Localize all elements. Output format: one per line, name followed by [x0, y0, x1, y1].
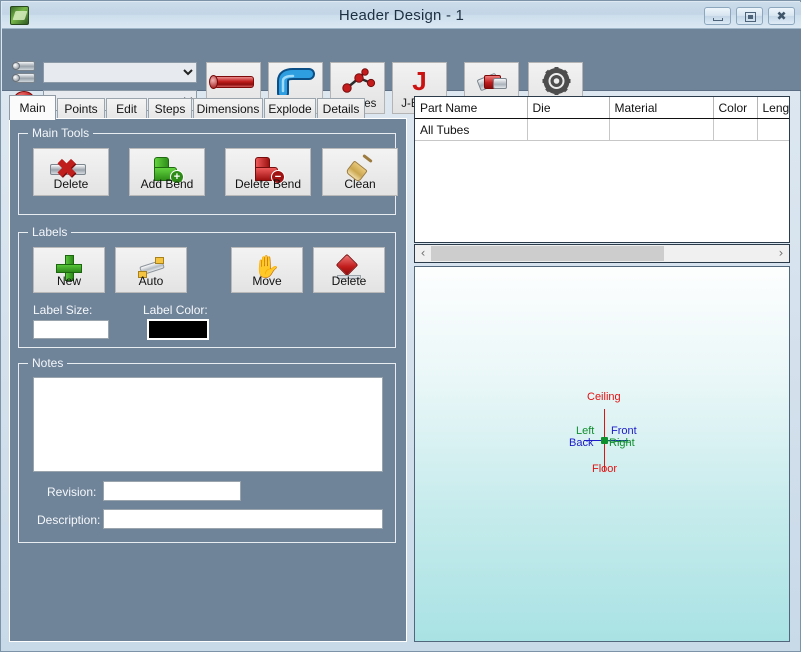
- button-clean[interactable]: Clean: [322, 148, 398, 196]
- tab-strip: Main Points Edit Steps Dimensions Explod…: [9, 95, 407, 120]
- axis-label-right: Right: [609, 437, 635, 449]
- maximize-button[interactable]: [736, 7, 763, 25]
- scroll-left-arrow-icon[interactable]: ‹: [415, 245, 431, 262]
- button-delete-label-label: Delete: [331, 274, 367, 288]
- gear-svg: [542, 67, 571, 95]
- table-row[interactable]: All Tubes: [415, 118, 789, 141]
- button-new-label[interactable]: New: [33, 247, 105, 293]
- column-header-part-name[interactable]: Part Name: [415, 97, 528, 119]
- tab-dimensions-label: Dimensions: [196, 102, 260, 116]
- button-delete-bend-label: Delete Bend: [234, 177, 302, 191]
- button-new-label-label: New: [56, 274, 81, 288]
- minimize-button[interactable]: [704, 7, 731, 25]
- notes-textarea[interactable]: [33, 377, 383, 472]
- button-add-bend[interactable]: + Add Bend: [129, 148, 205, 196]
- scrollbar-thumb[interactable]: [431, 246, 664, 261]
- axis-label-ceiling: Ceiling: [587, 391, 621, 403]
- revision-input[interactable]: [103, 481, 241, 501]
- scroll-right-arrow-icon[interactable]: ›: [773, 245, 789, 262]
- notes-group-title: Notes: [28, 356, 68, 370]
- revision-caption: Revision:: [47, 485, 97, 499]
- cell-color[interactable]: [713, 118, 758, 141]
- main-toolbar: Straight Bent: [2, 29, 801, 114]
- orientation-axis-indicator: Ceiling Floor Left Back Front Right: [569, 391, 650, 481]
- button-move-label-label: Move: [252, 274, 282, 288]
- axis-label-front: Front: [611, 425, 637, 437]
- tab-edit-label: Edit: [116, 102, 137, 116]
- main-tools-group-title: Main Tools: [28, 126, 94, 140]
- application-window: Header Design - 1 ✖ J Main Points Edit S…: [0, 0, 801, 652]
- label-color-caption: Label Color:: [143, 303, 208, 317]
- entities-svg: [342, 68, 376, 93]
- button-delete-label[interactable]: Delete: [313, 247, 385, 293]
- cell-material[interactable]: [609, 118, 714, 141]
- labels-group-title: Labels: [28, 225, 72, 239]
- main-tab-panel: Main Tools ✖ Delete + Add Bend − Delete …: [9, 118, 407, 642]
- column-header-material[interactable]: Material: [609, 97, 714, 119]
- axis-origin-marker: [601, 437, 608, 444]
- maximize-icon: [745, 12, 756, 22]
- axis-label-left: Left: [576, 425, 595, 437]
- button-delete-tube-label: Delete: [53, 177, 89, 191]
- close-button[interactable]: ✖: [768, 7, 795, 25]
- label-size-caption: Label Size:: [33, 303, 93, 317]
- description-caption: Description:: [37, 513, 101, 527]
- column-header-length[interactable]: Length: [757, 97, 789, 119]
- cell-length[interactable]: [757, 118, 789, 141]
- model-viewport[interactable]: Ceiling Floor Left Back Front Right: [414, 266, 790, 642]
- cell-part-name[interactable]: All Tubes: [415, 118, 528, 141]
- tab-details[interactable]: Details: [317, 98, 365, 119]
- collision-icon: [465, 67, 518, 95]
- table-horizontal-scrollbar[interactable]: ‹ ›: [414, 244, 790, 263]
- column-header-color[interactable]: Color: [713, 97, 758, 119]
- button-auto-label-label: Auto: [138, 274, 164, 288]
- minimize-icon: [713, 18, 723, 21]
- labels-group: Labels New Auto ✋ Move Delete Label Size…: [18, 225, 396, 348]
- tab-points[interactable]: Points: [57, 98, 105, 119]
- die-tube-icon: [11, 60, 39, 86]
- button-auto-label[interactable]: Auto: [115, 247, 187, 293]
- close-icon: ✖: [776, 9, 787, 23]
- cell-die[interactable]: [527, 118, 610, 141]
- button-delete-bend[interactable]: − Delete Bend: [225, 148, 311, 196]
- tab-points-label: Points: [64, 102, 98, 116]
- axis-label-floor: Floor: [592, 463, 618, 475]
- description-input[interactable]: [103, 509, 383, 529]
- tab-explode-label: Explode: [268, 102, 312, 116]
- parts-table[interactable]: Part Name Die Material Color Length All …: [414, 96, 790, 243]
- tab-dimensions[interactable]: Dimensions: [193, 98, 263, 119]
- j-bend-icon: J: [412, 66, 427, 96]
- gear-icon: [529, 67, 582, 95]
- tab-main-label: Main: [19, 101, 46, 115]
- die-select[interactable]: [43, 62, 197, 83]
- notes-group: Notes Revision: Description:: [18, 356, 396, 543]
- button-add-bend-label: Add Bend: [140, 177, 194, 191]
- button-delete-tube[interactable]: ✖ Delete: [33, 148, 109, 196]
- main-tools-group: Main Tools ✖ Delete + Add Bend − Delete …: [18, 126, 398, 215]
- tab-explode[interactable]: Explode: [264, 98, 316, 119]
- bent-tube-icon: [269, 67, 322, 99]
- column-header-die[interactable]: Die: [527, 97, 610, 119]
- window-title: Header Design - 1: [338, 7, 465, 24]
- tab-details-label: Details: [322, 102, 360, 116]
- tab-edit[interactable]: Edit: [106, 98, 147, 119]
- button-clean-label: Clean: [344, 177, 376, 191]
- straight-tube-icon: [207, 67, 260, 95]
- tab-steps-label: Steps: [154, 102, 186, 116]
- tab-main[interactable]: Main: [9, 95, 56, 120]
- title-bar: Header Design - 1 ✖: [2, 2, 801, 29]
- axis-label-back: Back: [569, 437, 594, 449]
- parts-grid: Part Name Die Material Color Length All …: [415, 97, 789, 141]
- table-header-row: Part Name Die Material Color Length: [415, 97, 789, 119]
- tab-steps[interactable]: Steps: [148, 98, 192, 119]
- bent-tube-svg: [277, 68, 315, 99]
- entities-icon: [331, 67, 384, 95]
- button-move-label[interactable]: ✋ Move: [231, 247, 303, 293]
- label-size-input[interactable]: [33, 320, 109, 339]
- label-color-swatch[interactable]: [147, 319, 209, 340]
- window-controls: ✖: [704, 7, 795, 26]
